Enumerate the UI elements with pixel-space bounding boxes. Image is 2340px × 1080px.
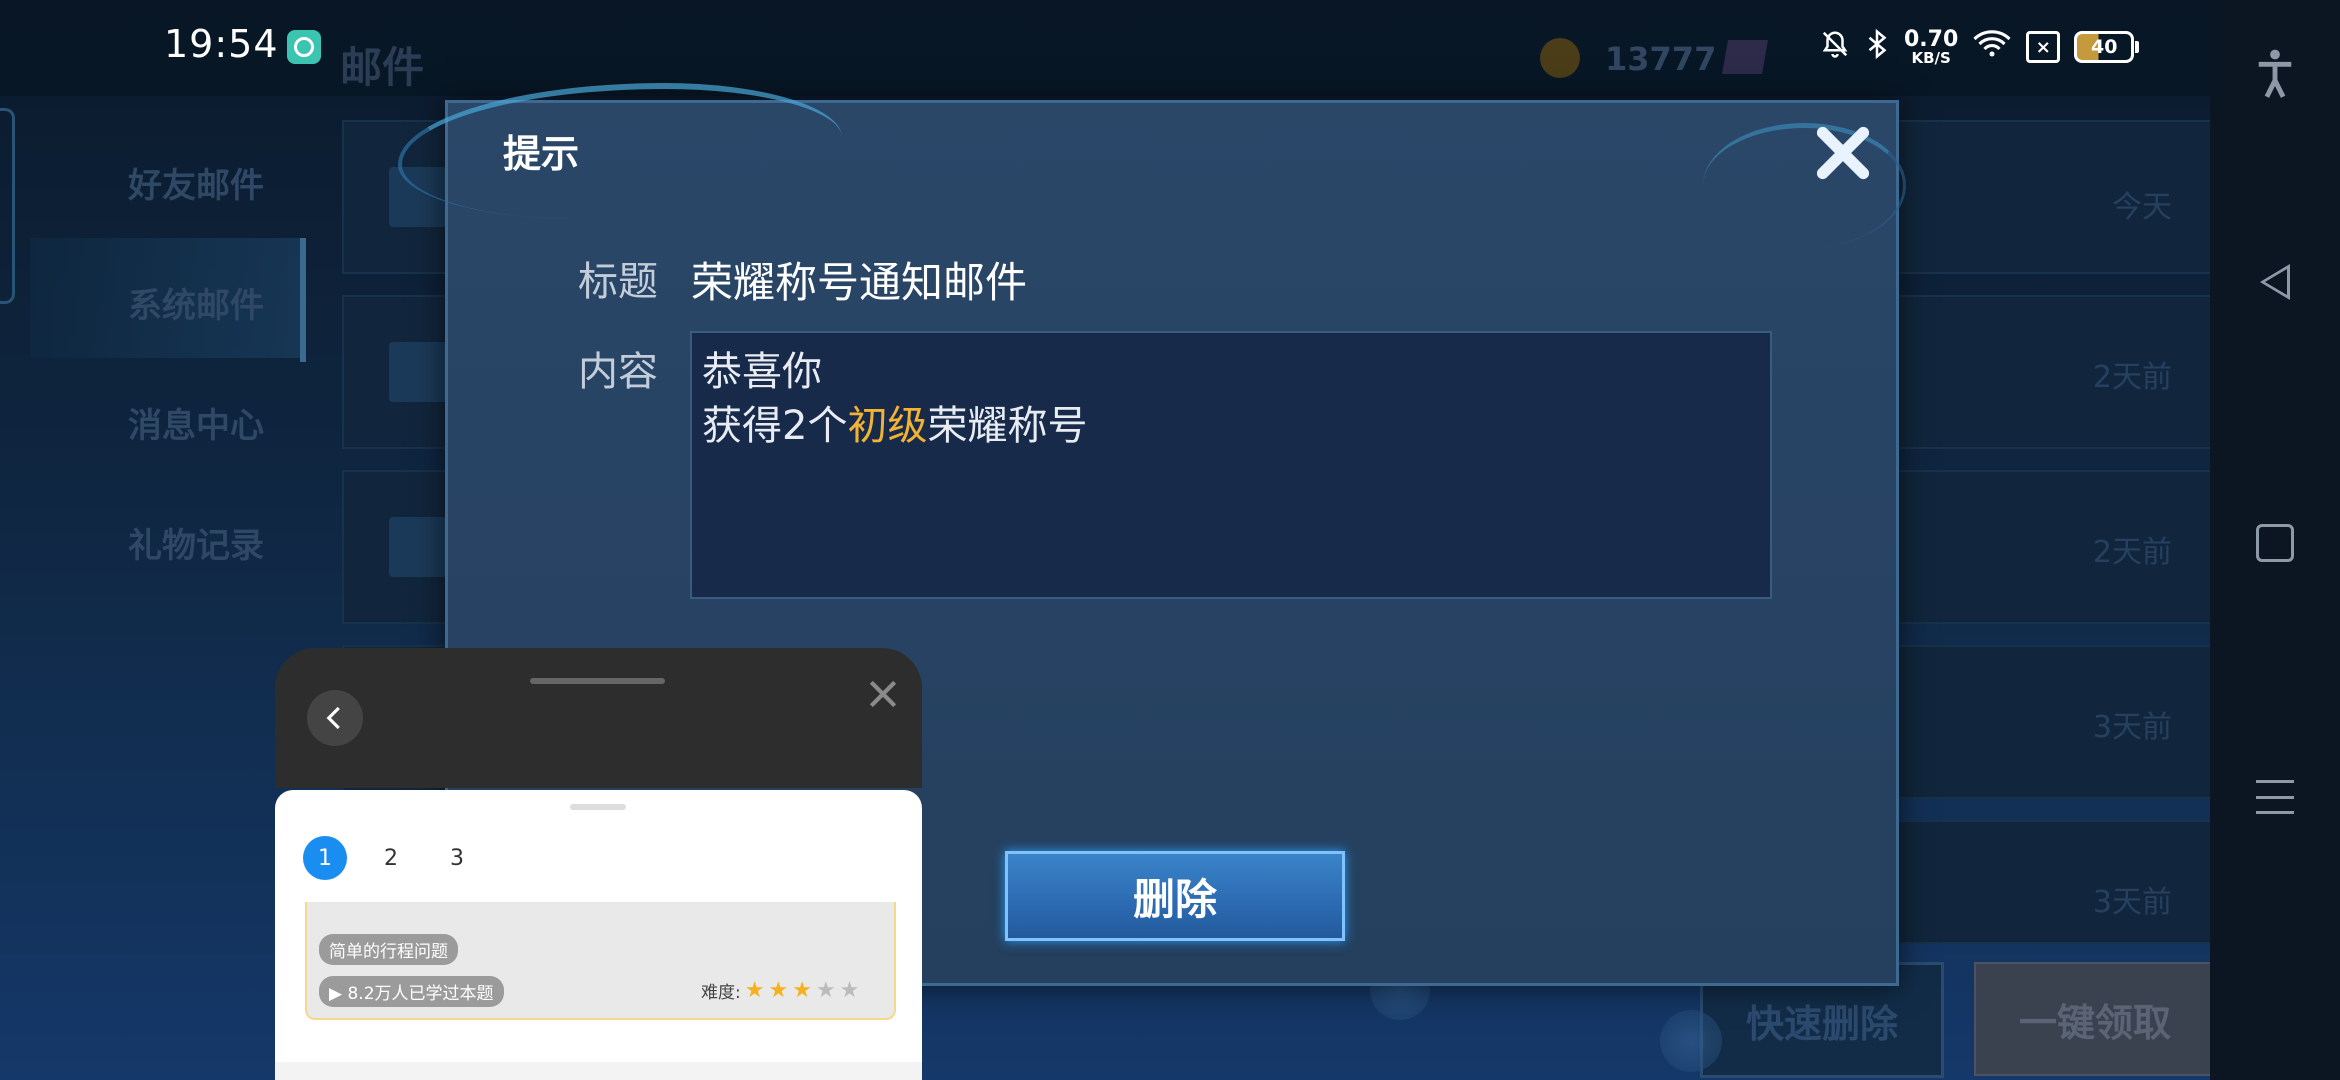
sidebar-item-gift-record[interactable]: 礼物记录 <box>128 518 264 567</box>
mail-row-time: 2天前 <box>2092 360 2172 395</box>
close-icon <box>1816 126 1870 180</box>
sidebar-item-message-center[interactable]: 消息中心 <box>128 398 264 447</box>
battery-indicator: 40 <box>2074 31 2140 63</box>
status-icons: 0.70 KB/S × 40 <box>1820 22 2140 72</box>
star-icon: ★ <box>839 977 860 1003</box>
content-text: 荣耀称号 <box>927 403 1088 449</box>
left-edge-tab <box>0 108 15 304</box>
mail-row-time: 3天前 <box>2092 885 2172 920</box>
wifi-icon <box>1972 29 2012 65</box>
content-label: 内容 <box>578 349 658 395</box>
coin-icon <box>1540 38 1580 78</box>
no-sim-icon: × <box>2026 31 2061 63</box>
sheet-bottom <box>275 1062 922 1080</box>
network-speed: 0.70 KB/S <box>1904 26 1959 67</box>
difficulty-label: 难度: <box>701 983 741 1003</box>
menu-nav-button[interactable] <box>2210 780 2340 814</box>
close-icon <box>869 680 897 708</box>
star-icon: ★ <box>768 977 789 1003</box>
tab-3[interactable]: 3 <box>435 836 479 880</box>
mail-row-time: 3天前 <box>2092 710 2172 745</box>
network-speed-value: 0.70 <box>1904 26 1959 52</box>
sidebar-item-system-mail[interactable]: 系统邮件 <box>128 278 264 327</box>
panel-header <box>275 648 922 788</box>
drag-handle[interactable] <box>530 678 665 684</box>
tab-1[interactable]: 1 <box>303 836 347 880</box>
tab-2[interactable]: 2 <box>369 836 413 880</box>
content-line: 获得2个初级荣耀称号 <box>702 393 1087 451</box>
subject-value: 荣耀称号通知邮件 <box>691 258 1028 307</box>
sheet-handle[interactable] <box>570 804 626 810</box>
content-highlight: 初级 <box>847 403 928 449</box>
question-title-tag: 简单的行程问题 <box>319 934 458 965</box>
panel-close-button[interactable] <box>863 674 903 714</box>
home-nav-button[interactable] <box>2210 524 2340 562</box>
claim-all-button[interactable]: 一键领取 <box>1974 962 2216 1076</box>
star-icon: ★ <box>744 977 765 1003</box>
dialog-title: 提示 <box>503 132 580 176</box>
decor-swirl <box>398 83 842 219</box>
dialog-close-button[interactable] <box>1808 118 1878 188</box>
content-text: 获得2个 <box>702 403 848 449</box>
bluetooth-icon <box>1864 28 1890 65</box>
sidebar-item-friend-mail[interactable]: 好友邮件 <box>128 158 264 207</box>
floating-study-panel: 1 2 3 简单的行程问题 ▶ 8.2万人已学过本题 难度: ★ ★ ★ ★ ★ <box>275 648 922 1080</box>
back-triangle-icon <box>2260 264 2290 300</box>
notification-app-icon <box>287 30 321 64</box>
bell-muted-icon <box>1820 29 1850 65</box>
menu-lines-icon <box>2256 780 2294 814</box>
learned-count-tag: ▶ 8.2万人已学过本题 <box>319 976 504 1007</box>
accessibility-icon[interactable] <box>2210 48 2340 100</box>
star-icon: ★ <box>792 977 812 1003</box>
difficulty-rating: 难度: ★ ★ ★ ★ ★ <box>701 978 859 1003</box>
back-nav-button[interactable] <box>2210 264 2340 300</box>
coin-count: 13777 <box>1605 40 1717 78</box>
content-box: 恭喜你 获得2个初级荣耀称号 <box>690 331 1772 599</box>
home-square-icon <box>2256 524 2294 562</box>
network-speed-unit: KB/S <box>1911 48 1951 67</box>
status-time: 19:54 <box>164 22 279 66</box>
sidebar-active-bar <box>300 238 306 362</box>
decor-bubble <box>1660 1010 1722 1072</box>
chevron-left-icon <box>326 706 340 730</box>
page-tabs: 1 2 3 <box>303 836 479 880</box>
content-line: 恭喜你 <box>702 349 822 395</box>
gem-icon <box>1722 40 1768 74</box>
star-icon: ★ <box>815 977 836 1003</box>
background-mail-title: 邮件 <box>340 43 425 92</box>
system-nav-bar <box>2210 0 2340 1080</box>
subject-label: 标题 <box>578 259 658 305</box>
mail-row-time: 2天前 <box>2092 535 2172 570</box>
question-card[interactable]: 简单的行程问题 ▶ 8.2万人已学过本题 难度: ★ ★ ★ ★ ★ <box>305 902 896 1020</box>
back-button[interactable] <box>307 690 363 746</box>
panel-sheet: 1 2 3 简单的行程问题 ▶ 8.2万人已学过本题 难度: ★ ★ ★ ★ ★ <box>275 790 922 1080</box>
delete-button[interactable]: 删除 <box>1005 851 1345 941</box>
mail-row-time: 今天 <box>2112 190 2172 225</box>
